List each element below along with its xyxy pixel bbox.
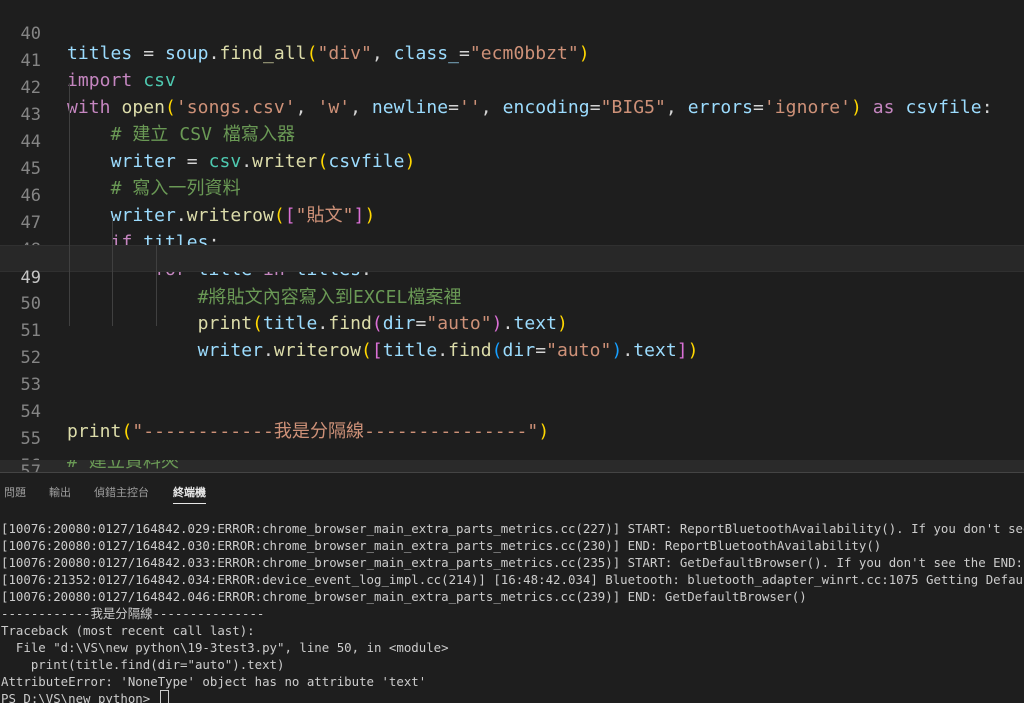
code-line-53[interactable]: 53 (0, 353, 1024, 395)
code-text: # 建立資料夾 (67, 460, 180, 472)
terminal-line: [10076:21352:0127/164842.034:ERROR:devic… (1, 572, 1024, 587)
bottom-panel: 問題 輸出 偵錯主控台 終端機 [10076:20080:0127/164842… (0, 472, 1024, 703)
indent-guide (112, 218, 113, 326)
code-line-50[interactable]: 50 print(title.find(dir="auto").text) (0, 272, 1024, 334)
terminal-prompt: PS D:\VS\new python> (1, 691, 158, 703)
code-line-57[interactable]: 57 # 建立資料夾 (0, 460, 1024, 472)
terminal-line: [10076:20080:0127/164842.046:ERROR:chrom… (1, 589, 807, 604)
code-line-41[interactable]: 41 import csv (0, 29, 1024, 91)
terminal-line: Traceback (most recent call last): (1, 623, 255, 638)
indent-guide (69, 83, 70, 326)
code-line-48[interactable]: 48 for title in titles: (0, 218, 1024, 280)
code-line-51[interactable]: 51 writer.writerow([title.find(dir="auto… (0, 299, 1024, 361)
code-line-45[interactable]: 45 # 寫入一列資料 (0, 137, 1024, 199)
tab-problems[interactable]: 問題 (4, 483, 26, 503)
terminal-line: print(title.find(dir="auto").text) (1, 657, 285, 672)
terminal-line: ------------我是分隔線--------------- (1, 606, 265, 621)
code-editor[interactable]: 40 titles = soup.find_all("div", class_=… (0, 0, 1024, 472)
code-line-56[interactable]: 56 (0, 434, 1024, 472)
code-line-52[interactable]: 52 (0, 326, 1024, 368)
code-line-54[interactable]: 54 print("------------我是分隔線-------------… (0, 380, 1024, 442)
terminal-line: [10076:20080:0127/164842.029:ERROR:chrom… (1, 521, 1024, 536)
code-line-44[interactable]: 44 writer = csv.writer(csvfile) (0, 110, 1024, 172)
line-number: 57 (20, 462, 41, 472)
code-line-42[interactable]: 42 with open('songs.csv', 'w', newline='… (0, 56, 1024, 118)
terminal-line: AttributeError: 'NoneType' object has no… (1, 674, 427, 689)
code-line-40[interactable]: 40 titles = soup.find_all("div", class_=… (0, 2, 1024, 64)
panel-tab-bar: 問題 輸出 偵錯主控台 終端機 (0, 473, 1024, 513)
code-line-47[interactable]: 47 if titles: (0, 191, 1024, 253)
terminal-line: [10076:20080:0127/164842.030:ERROR:chrom… (1, 538, 882, 553)
terminal-output[interactable]: [10076:20080:0127/164842.029:ERROR:chrom… (0, 518, 1024, 703)
tab-debug-console[interactable]: 偵錯主控台 (94, 483, 149, 503)
terminal-line: [10076:20080:0127/164842.033:ERROR:chrom… (1, 555, 1023, 570)
code-line-43[interactable]: 43 # 建立 CSV 檔寫入器 (0, 83, 1024, 145)
tab-terminal[interactable]: 終端機 (173, 483, 206, 504)
terminal-cursor (159, 690, 169, 703)
code-line-46[interactable]: 46 writer.writerow(["貼文"]) (0, 164, 1024, 226)
terminal-line: File "d:\VS\new python\19-3test3.py", li… (1, 640, 449, 655)
indent-guide (156, 245, 157, 326)
code-line-55[interactable]: 55 (0, 407, 1024, 449)
code-line-49[interactable]: 49 #將貼文內容寫入到EXCEL檔案裡 (0, 245, 1024, 308)
terminal-prompt-line[interactable]: PS D:\VS\new python> (1, 690, 169, 703)
tab-output[interactable]: 輸出 (49, 483, 71, 503)
